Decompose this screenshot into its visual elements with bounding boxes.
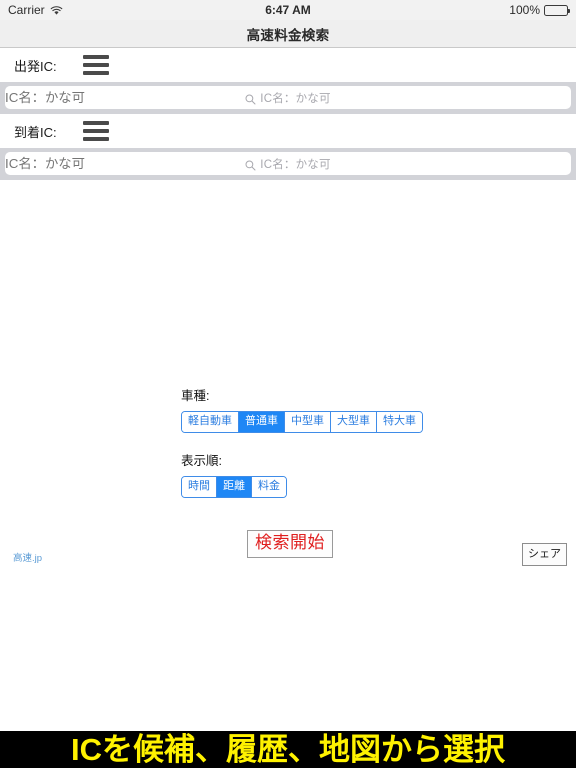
vehicle-type-option-3[interactable]: 大型車 <box>331 412 377 432</box>
hamburger-bar <box>82 55 109 59</box>
sort-order-group: 表示順: 時間 距離 料金 <box>181 450 287 498</box>
departure-ic-row: 出発IC: <box>0 48 576 82</box>
arrival-search-field[interactable]: IC名：かな可 <box>5 152 571 175</box>
sort-order-segmented-control[interactable]: 時間 距離 料金 <box>181 476 287 498</box>
battery-percent-label: 100% <box>509 3 540 17</box>
hamburger-bar <box>82 137 109 141</box>
hamburger-menu-icon[interactable] <box>82 121 109 141</box>
bottom-banner: ICを候補、履歴、地図から選択 <box>0 731 576 768</box>
search-start-button[interactable]: 検索開始 <box>247 530 333 558</box>
departure-search-input[interactable] <box>5 86 571 109</box>
kousoku-jp-link[interactable]: 高速.jp <box>13 550 42 564</box>
hamburger-bar <box>82 63 109 67</box>
status-bar: Carrier 6:47 AM 100% <box>0 0 576 20</box>
battery-full-icon <box>544 4 570 16</box>
vehicle-type-option-0[interactable]: 軽自動車 <box>182 412 239 432</box>
vehicle-type-label: 車種: <box>181 389 210 403</box>
vehicle-type-segmented-control[interactable]: 軽自動車 普通車 中型車 大型車 特大車 <box>181 411 423 433</box>
share-button[interactable]: シェア <box>522 543 567 566</box>
hamburger-bar <box>82 121 109 125</box>
vehicle-type-option-2[interactable]: 中型車 <box>285 412 331 432</box>
status-bar-left: Carrier <box>8 3 193 17</box>
hamburger-menu-icon[interactable] <box>82 55 109 75</box>
vehicle-type-option-4[interactable]: 特大車 <box>377 412 422 432</box>
arrival-ic-label: 到着IC: <box>14 124 57 140</box>
departure-ic-label: 出発IC: <box>14 58 57 74</box>
arrival-search-input[interactable] <box>5 152 571 175</box>
status-bar-right: 100% <box>509 3 570 17</box>
vehicle-type-option-1[interactable]: 普通車 <box>239 412 285 432</box>
vehicle-type-group: 車種: 軽自動車 普通車 中型車 大型車 特大車 <box>181 385 423 433</box>
wifi-icon <box>50 5 63 15</box>
sort-order-label: 表示順: <box>181 454 222 468</box>
sort-order-option-2[interactable]: 料金 <box>252 477 286 497</box>
bottom-banner-text: ICを候補、履歴、地図から選択 <box>71 731 505 767</box>
arrival-ic-row: 到着IC: <box>0 114 576 148</box>
sort-order-option-1[interactable]: 距離 <box>217 477 252 497</box>
carrier-label: Carrier <box>8 3 45 17</box>
main-content: 車種: 軽自動車 普通車 中型車 大型車 特大車 表示順: 時間 距離 料金 検索開始 高速… <box>0 180 576 728</box>
departure-search-field[interactable]: IC名：かな可 <box>5 86 571 109</box>
navigation-bar: 高速料金検索 <box>0 20 576 48</box>
hamburger-bar <box>82 129 109 133</box>
departure-search-band: IC名：かな可 <box>0 82 576 114</box>
page-title: 高速料金検索 <box>246 27 330 43</box>
hamburger-bar <box>82 71 109 75</box>
sort-order-option-0[interactable]: 時間 <box>182 477 217 497</box>
arrival-search-band: IC名：かな可 <box>0 148 576 180</box>
